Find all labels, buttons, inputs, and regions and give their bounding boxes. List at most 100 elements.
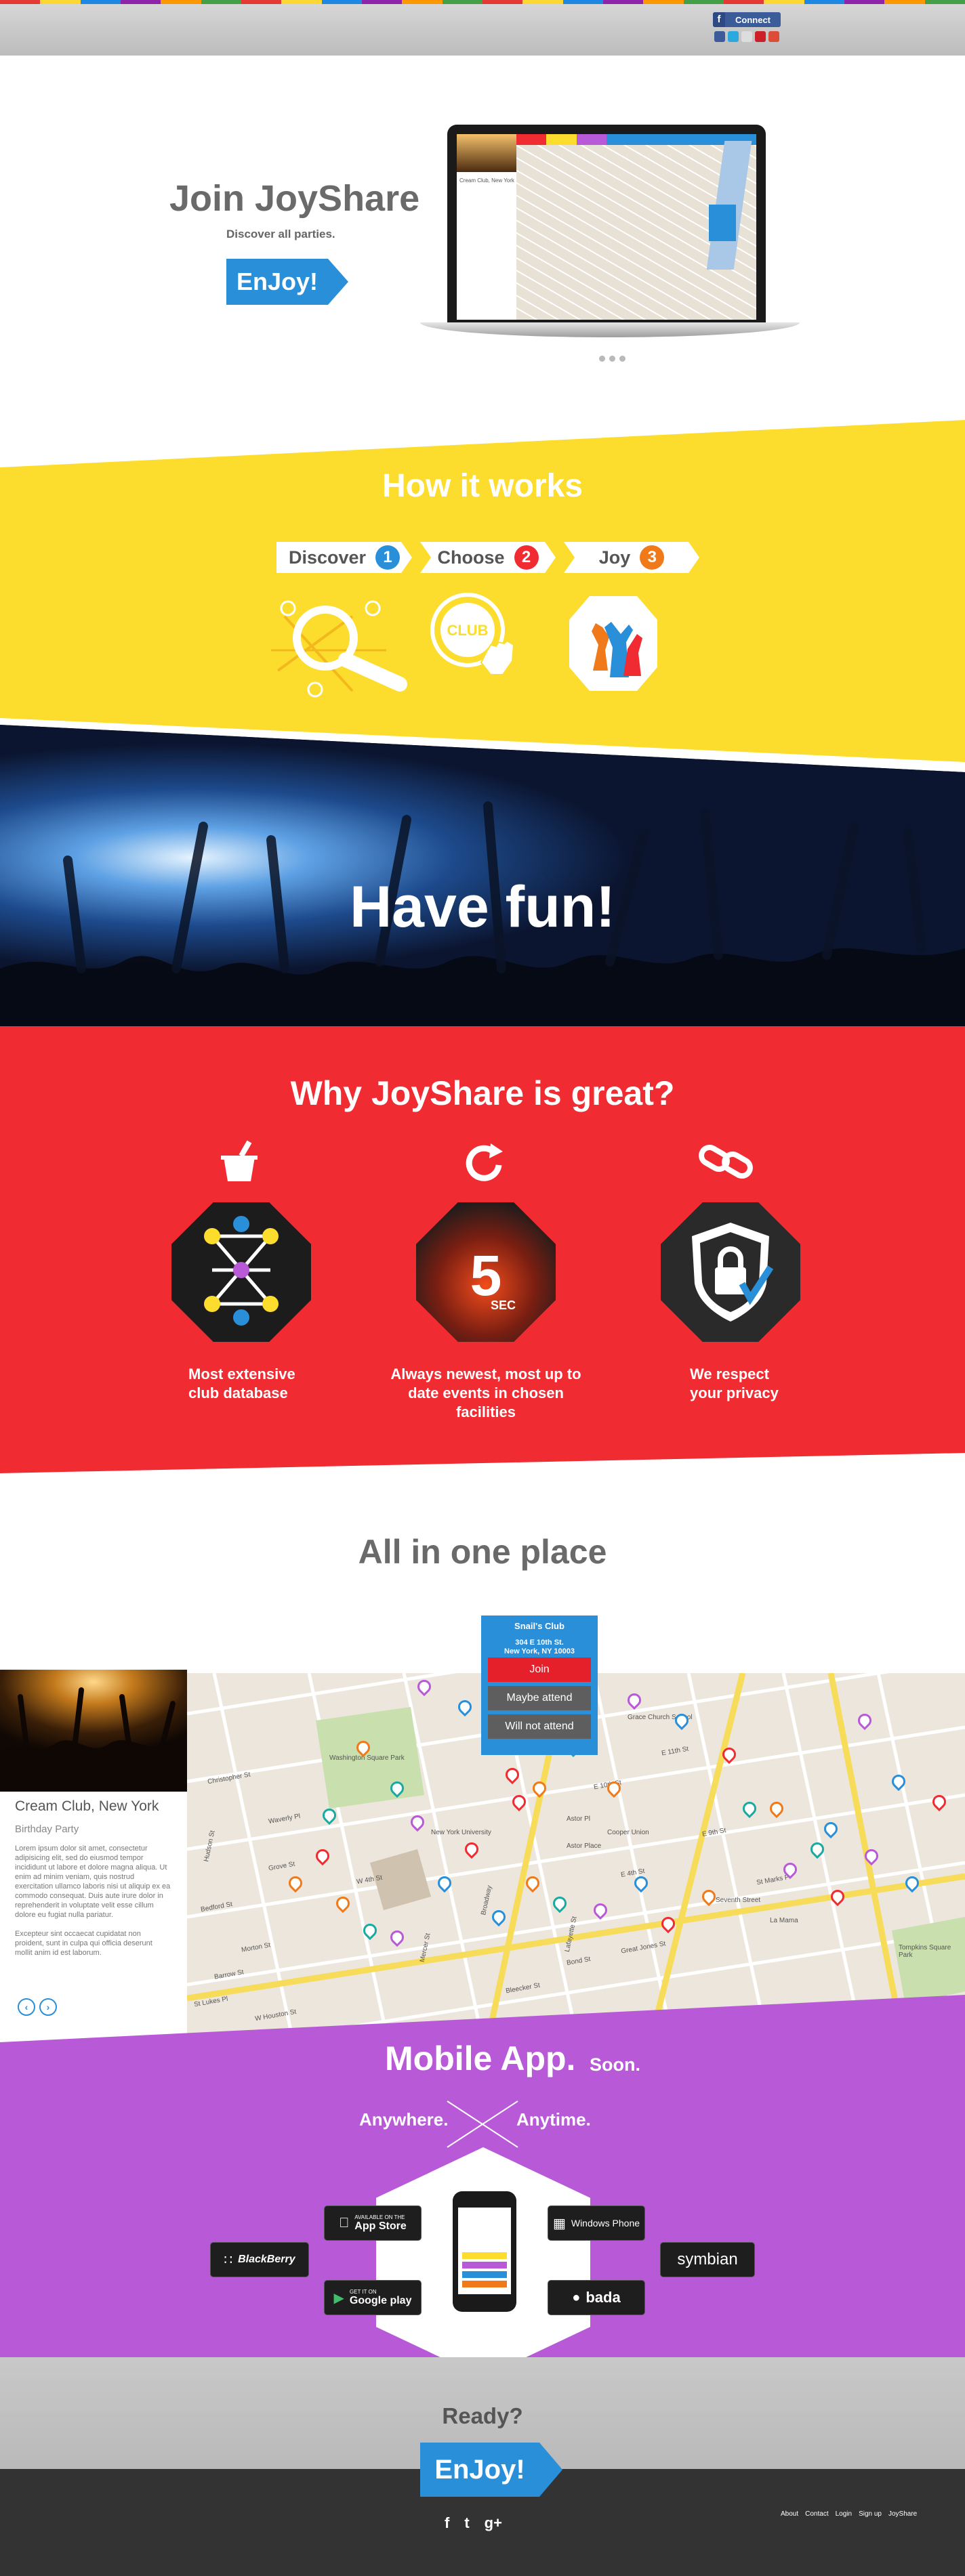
stripe-segment [723, 0, 764, 4]
stripe-segment [161, 0, 201, 4]
stripe-segment [120, 0, 161, 4]
stripe-segment [562, 0, 603, 4]
step-label: Choose [437, 547, 505, 568]
refresh-icon [466, 1143, 503, 1181]
stripe-segment [924, 0, 965, 4]
bada-icon: ● [572, 2289, 581, 2305]
laptop-app-preview: Cream Club, New York [457, 134, 756, 320]
ready-title: Ready? [442, 2403, 523, 2428]
google-play-icon: ▶ [333, 2290, 344, 2306]
all-in-one-title: All in one place [358, 1533, 607, 1571]
stripe-segment [361, 0, 403, 4]
step-label: Joy [598, 547, 631, 568]
google-plus-icon[interactable]: g+ [485, 2514, 502, 2532]
next-event-button[interactable]: › [39, 1998, 57, 2016]
join-button[interactable]: Join [488, 1657, 591, 1682]
how-it-works-icons: CLUB [271, 593, 657, 698]
timer-unit: SEC [491, 1298, 516, 1312]
slider-dot[interactable] [609, 356, 615, 362]
apple-icon:  [339, 2216, 349, 2231]
hero-title: Join JoyShare [169, 178, 420, 219]
slider-dot[interactable] [599, 356, 605, 362]
event-title: Cream Club, New York [15, 1798, 159, 1814]
stripe-segment [482, 0, 523, 4]
windows-icon: ▦ [552, 2216, 566, 2231]
laptop-screen: Cream Club, New York [447, 125, 766, 325]
event-description: Lorem ipsum dolor sit amet, consectetur … [15, 1844, 171, 1957]
champagne-bucket-icon [221, 1140, 258, 1181]
maybe-attend-button[interactable]: Maybe attend [488, 1686, 591, 1710]
timer-number: 5 [470, 1244, 502, 1307]
stripe-segment [281, 0, 322, 4]
color-stripe [0, 0, 965, 4]
footer-link-about[interactable]: About [781, 2510, 798, 2518]
dancing-people-icon [569, 596, 657, 691]
mobile-soon-label: Soon. [590, 2054, 640, 2075]
club-popup: Snail's Club 304 E 10th St. New York, NY… [481, 1616, 598, 1755]
club-address: 304 E 10th St. New York, NY 10003 [504, 1639, 575, 1655]
footer-link-login[interactable]: Login [836, 2510, 852, 2518]
step-discover: Discover 1 [276, 542, 412, 573]
prev-event-button[interactable]: ‹ [18, 1998, 35, 2016]
stripe-segment [844, 0, 885, 4]
stripe-segment [241, 0, 282, 4]
stripe-segment [683, 0, 724, 4]
stripe-segment [804, 0, 844, 4]
club-name: Snail's Club [514, 1621, 564, 1631]
event-photo [0, 1670, 187, 1792]
map-label: Astor Pl [567, 1815, 591, 1823]
how-it-works-title: How it works [382, 468, 583, 504]
symbian-badge[interactable]: symbian [660, 2242, 755, 2277]
blackberry-badge[interactable]: ∷ BlackBerry [210, 2242, 309, 2277]
app-store-badge[interactable]:  AVAILABLE ON THEApp Store [324, 2205, 422, 2241]
hero-subtitle: Discover all parties. [226, 228, 335, 240]
phone-mockup [453, 2191, 516, 2312]
share-icons [714, 31, 779, 42]
facebook-icon[interactable] [714, 31, 725, 42]
footer-social: f t g+ [445, 2514, 502, 2532]
map-label: Cooper Union [607, 1829, 649, 1836]
stripe-segment [884, 0, 925, 4]
will-not-attend-button[interactable]: Will not attend [488, 1714, 591, 1739]
pinterest-icon[interactable] [755, 31, 766, 42]
arrow-tip [328, 259, 348, 305]
preview-card-title: Cream Club, New York [459, 177, 514, 184]
feature-label-database: Most extensive club database [188, 1366, 295, 1401]
stripe-segment [764, 0, 804, 4]
twitter-icon[interactable] [728, 31, 739, 42]
privacy-graphic [661, 1202, 800, 1342]
twitter-icon[interactable]: t [464, 2514, 469, 2532]
step-choose: Choose 2 [420, 542, 556, 573]
club-badge-text: CLUB [447, 622, 488, 639]
footer-link-contact[interactable]: Contact [805, 2510, 828, 2518]
stripe-segment [442, 0, 482, 4]
windows-phone-badge[interactable]: ▦ Windows Phone [548, 2205, 645, 2241]
map-label: La Mama [770, 1917, 798, 1924]
footer-enjoy-label: EnJoy! [420, 2443, 539, 2497]
map-label: New York University [431, 1829, 491, 1836]
stripe-segment [40, 0, 81, 4]
footer-enjoy-button[interactable]: EnJoy! [420, 2443, 562, 2497]
map-label: Seventh Street [716, 1897, 761, 1904]
google-play-badge[interactable]: ▶ GET IT ON Google play [324, 2280, 422, 2315]
step-number: 2 [514, 545, 539, 570]
enjoy-button[interactable]: EnJoy! [226, 259, 348, 305]
bada-badge[interactable]: ● bada [548, 2280, 645, 2315]
facebook-connect-label: Connect [735, 14, 771, 25]
preview-toolbar [516, 134, 756, 145]
stripe-segment [522, 0, 563, 4]
footer-link-joyshare[interactable]: JoyShare [888, 2510, 917, 2518]
anytime-label: Anytime. [516, 2109, 591, 2130]
blackberry-icon: ∷ [224, 2252, 233, 2268]
footer-link-signup[interactable]: Sign up [859, 2510, 882, 2518]
feature-label-newest: Always newest, most up to date events in… [390, 1366, 581, 1420]
slider-dots[interactable] [599, 356, 625, 362]
phone-screen [458, 2208, 511, 2294]
google-plus-icon[interactable] [768, 31, 779, 42]
facebook-connect-button[interactable]: f Connect [713, 12, 781, 27]
slider-dot[interactable] [619, 356, 625, 362]
why-title: Why JoyShare is great? [290, 1074, 675, 1112]
stripe-segment [402, 0, 443, 4]
facebook-icon[interactable]: f [445, 2514, 449, 2532]
email-icon[interactable] [741, 31, 752, 42]
